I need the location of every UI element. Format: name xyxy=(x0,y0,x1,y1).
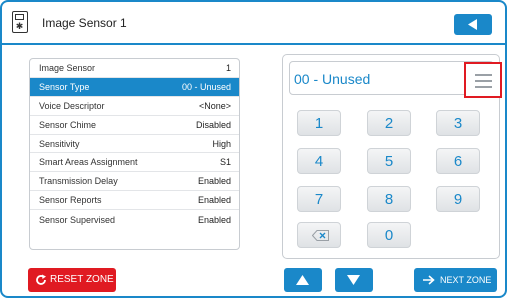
backspace-icon xyxy=(312,230,329,241)
key-3[interactable]: 3 xyxy=(436,110,480,136)
setting-label: Sensitivity xyxy=(39,138,80,149)
key-4[interactable]: 4 xyxy=(297,148,341,174)
setting-value: S1 xyxy=(219,157,231,168)
arrow-up-icon xyxy=(296,275,309,285)
setting-row-sensor-reports[interactable]: Sensor Reports Enabled xyxy=(30,191,239,211)
setting-row-smart-areas[interactable]: Smart Areas Assignment S1 xyxy=(30,153,239,173)
setting-label: Sensor Supervised xyxy=(39,214,116,225)
setting-row-sensor-type[interactable]: Sensor Type 00 - Unused xyxy=(30,77,239,97)
back-button[interactable] xyxy=(454,14,492,35)
setting-label: Smart Areas Assignment xyxy=(39,157,138,168)
key-5[interactable]: 5 xyxy=(367,148,411,174)
display-value: 00 - Unused xyxy=(294,71,371,87)
key-8[interactable]: 8 xyxy=(367,186,411,212)
keypad-panel: 00 - Unused 1 2 3 4 5 6 7 8 9 0 xyxy=(282,54,502,259)
key-9[interactable]: 9 xyxy=(436,186,480,212)
setting-value: Enabled xyxy=(197,195,231,206)
setting-row-sensitivity[interactable]: Sensitivity High xyxy=(30,135,239,154)
back-arrow-icon xyxy=(468,19,477,30)
setting-value: 00 - Unused xyxy=(181,81,231,92)
setting-row-sensor-supervised[interactable]: Sensor Supervised Enabled xyxy=(30,210,239,229)
key-6[interactable]: 6 xyxy=(436,148,480,174)
setting-value: <None> xyxy=(198,100,231,111)
reset-icon xyxy=(36,274,46,285)
setting-row-image-sensor[interactable]: Image Sensor 1 xyxy=(30,59,239,78)
key-1[interactable]: 1 xyxy=(297,110,341,136)
setting-row-voice-descriptor[interactable]: Voice Descriptor <None> xyxy=(30,97,239,116)
setting-row-transmission-delay[interactable]: Transmission Delay Enabled xyxy=(30,172,239,192)
next-zone-button[interactable]: NEXT ZONE xyxy=(414,268,497,292)
next-zone-label: NEXT ZONE xyxy=(440,275,492,285)
page-title: Image Sensor 1 xyxy=(42,16,127,30)
next-field-button[interactable] xyxy=(335,268,373,292)
setting-label: Transmission Delay xyxy=(39,176,118,187)
reset-zone-label: RESET ZONE xyxy=(50,274,114,285)
setting-row-sensor-chime[interactable]: Sensor Chime Disabled xyxy=(30,116,239,135)
sensor-settings-list: Image Sensor 1 Sensor Type 00 - Unused V… xyxy=(29,58,240,250)
reset-zone-button[interactable]: RESET ZONE xyxy=(28,268,116,292)
setting-label: Sensor Chime xyxy=(39,119,97,130)
key-0[interactable]: 0 xyxy=(367,222,411,248)
arrow-right-icon xyxy=(423,275,435,285)
value-display: 00 - Unused xyxy=(289,61,502,98)
setting-value: 1 xyxy=(225,62,231,73)
setting-value: Enabled xyxy=(197,176,231,187)
header-bar: ✱ Image Sensor 1 xyxy=(2,2,505,45)
arrow-down-icon xyxy=(347,275,360,285)
options-menu-button[interactable] xyxy=(464,62,502,98)
backspace-button[interactable] xyxy=(297,222,341,248)
setting-value: Disabled xyxy=(195,119,231,130)
sensor-device-icon: ✱ xyxy=(12,11,28,33)
app-window: ✱ Image Sensor 1 Image Sensor 1 Sensor T… xyxy=(0,0,507,298)
previous-zone-button[interactable] xyxy=(284,268,322,292)
setting-value: High xyxy=(212,138,231,149)
key-2[interactable]: 2 xyxy=(367,110,411,136)
setting-label: Sensor Type xyxy=(39,81,90,92)
setting-label: Image Sensor xyxy=(39,62,96,73)
setting-label: Voice Descriptor xyxy=(39,100,105,111)
setting-label: Sensor Reports xyxy=(39,195,102,206)
key-7[interactable]: 7 xyxy=(297,186,341,212)
setting-value: Enabled xyxy=(197,214,231,225)
